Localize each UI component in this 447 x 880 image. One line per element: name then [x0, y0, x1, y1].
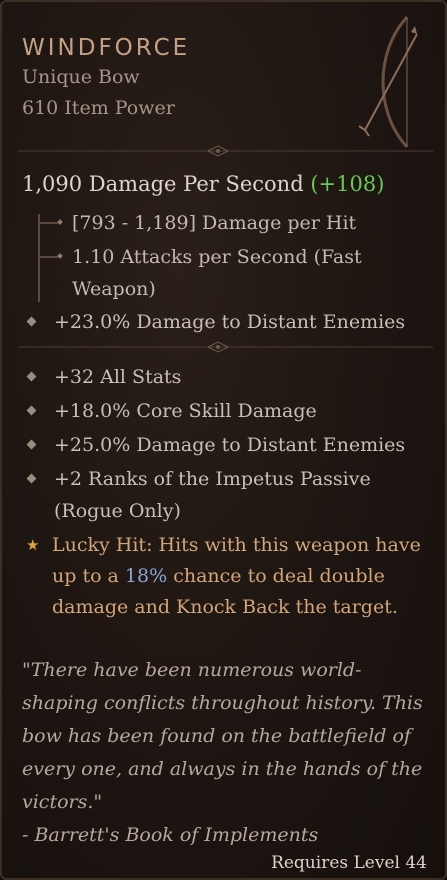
- damage-per-second: 1,090 Damage Per Second (+108): [22, 172, 384, 196]
- affix-text: (Rogue Only): [54, 500, 181, 522]
- flavor-quote: "There have been numerous world-shaping …: [22, 659, 423, 813]
- item-type: Unique Bow: [22, 66, 140, 88]
- bullet-diamond-icon: [26, 371, 37, 382]
- item-name: WINDFORCE: [22, 35, 191, 61]
- divider-ornament-icon: [18, 341, 433, 353]
- star-icon: ★: [26, 536, 40, 554]
- item-tooltip: WINDFORCE Unique Bow 610 Item Power 1,09…: [0, 0, 447, 880]
- stat-tree-line: [38, 214, 40, 302]
- affix-text: +18.0% Core Skill Damage: [54, 400, 317, 422]
- bullet-diamond-icon: [26, 439, 37, 450]
- dps-delta: (+108): [310, 172, 385, 196]
- bullet-diamond-icon: [57, 253, 63, 259]
- item-header: WINDFORCE Unique Bow 610 Item Power: [22, 34, 352, 124]
- implicit-affix-text: +23.0% Damage to Distant Enemies: [54, 311, 406, 333]
- bullet-diamond-icon: [26, 316, 37, 327]
- damage-per-hit: [793 - 1,189] Damage per Hit: [72, 212, 357, 234]
- affix-text: +32 All Stats: [54, 366, 182, 388]
- bullet-diamond-icon: [26, 405, 37, 416]
- unique-power-value: 18%: [124, 565, 168, 587]
- flavor-text: "There have been numerous world-shaping …: [22, 654, 437, 852]
- bullet-diamond-icon: [57, 219, 63, 225]
- attacks-per-second: 1.10 Attacks per Second (Fast: [72, 246, 362, 268]
- item-power: 610 Item Power: [22, 97, 175, 119]
- attacks-per-second-suffix: Weapon): [72, 278, 156, 300]
- affix-text: +2 Ranks of the Impetus Passive: [54, 468, 371, 490]
- flavor-source: - Barrett's Book of Implements: [22, 824, 319, 846]
- level-requirement: Requires Level 44: [271, 853, 427, 873]
- affix-text: +25.0% Damage to Distant Enemies: [54, 434, 406, 456]
- divider-ornament-icon: [18, 145, 433, 157]
- dps-value: 1,090 Damage Per Second: [22, 172, 304, 196]
- unique-power: Lucky Hit: Hits with this weapon have up…: [52, 530, 437, 623]
- bullet-diamond-icon: [26, 473, 37, 484]
- bow-icon: [358, 15, 418, 149]
